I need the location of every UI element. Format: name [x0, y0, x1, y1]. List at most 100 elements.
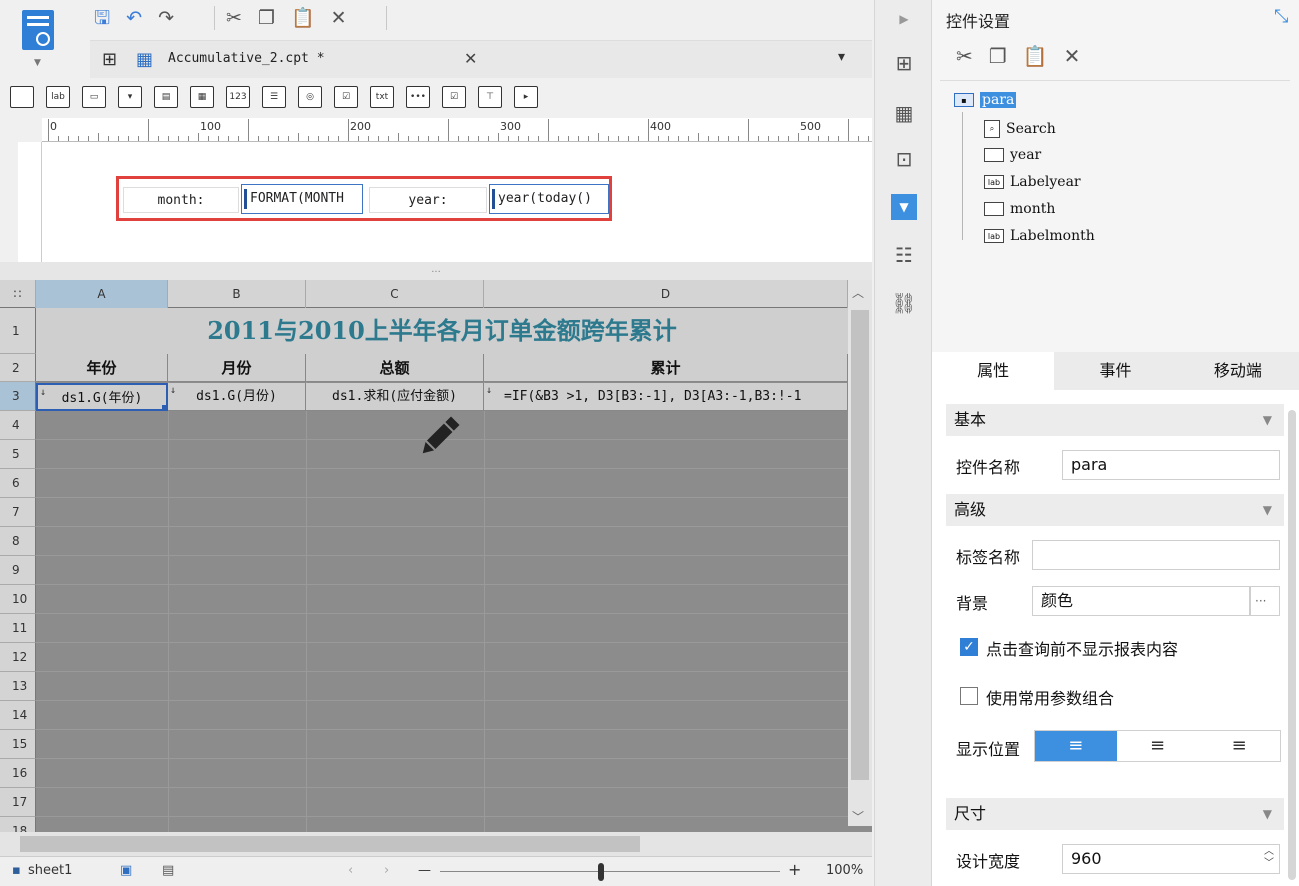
copy-icon[interactable]: ❐: [989, 44, 1007, 68]
tag-name-field[interactable]: [1032, 540, 1280, 570]
horizontal-scroll-thumb[interactable]: [20, 836, 640, 852]
app-logo[interactable]: ▼: [18, 6, 58, 70]
redo-icon[interactable]: ↷: [158, 4, 174, 32]
sheet-tab[interactable]: sheet1: [28, 863, 72, 878]
tree-node-para[interactable]: ▪ para: [954, 92, 1017, 108]
month-input[interactable]: FORMAT(MONTH: [241, 184, 363, 214]
background-field[interactable]: 颜色: [1032, 586, 1250, 616]
date-widget-icon[interactable]: ▤: [154, 86, 178, 108]
row-header[interactable]: 15: [0, 730, 36, 759]
row-header[interactable]: 17: [0, 788, 36, 817]
cut-icon[interactable]: ✂: [226, 4, 242, 32]
column-header-d[interactable]: D: [484, 280, 848, 308]
tab-mobile[interactable]: 移动端: [1177, 352, 1299, 390]
frame-widget-icon[interactable]: [10, 86, 34, 108]
chevron-down-icon[interactable]: ▼: [1263, 798, 1272, 830]
delete-icon[interactable]: ✕: [331, 4, 347, 32]
data-cell-b3[interactable]: ↓ ds1.G(月份): [168, 383, 306, 411]
add-report-sheet-icon[interactable]: ▣: [120, 863, 132, 878]
tree-node-search[interactable]: ⌕ Search: [984, 120, 1056, 138]
new-report-icon[interactable]: ⊞: [102, 49, 117, 70]
paste-icon[interactable]: 📋: [291, 4, 315, 32]
chevron-down-icon[interactable]: ▼: [34, 58, 41, 68]
save-icon[interactable]: 🖫: [94, 4, 110, 32]
pin-icon[interactable]: ⤡: [1274, 6, 1288, 27]
section-basic[interactable]: 基本 ▼: [946, 404, 1284, 436]
data-cell-d3[interactable]: ↓ =IF(&B3 >1, D3[B3:-1], D3[A3:-1,B3:!-1: [484, 383, 848, 411]
report-title-cell[interactable]: 2011与2010上半年各月订单金额跨年累计: [36, 308, 848, 354]
add-form-sheet-icon[interactable]: ▤: [162, 863, 174, 878]
column-header-b[interactable]: B: [168, 280, 306, 308]
row-header[interactable]: 7: [0, 498, 36, 527]
txt-widget-icon[interactable]: txt: [370, 86, 394, 108]
parameter-pane-selection[interactable]: month: FORMAT(MONTH year: year(today(): [116, 176, 612, 221]
zoom-out-button[interactable]: —: [418, 863, 431, 878]
password-widget-icon[interactable]: •••: [406, 86, 430, 108]
zoom-slider-thumb[interactable]: [598, 863, 604, 881]
condition-attr-icon[interactable]: ☷: [891, 242, 917, 268]
header-cell-total[interactable]: 总额: [306, 354, 484, 382]
tree-node-labelmonth[interactable]: lab Labelmonth: [984, 228, 1095, 244]
hide-before-query-checkbox[interactable]: ✓: [960, 638, 978, 656]
header-cell-accumulate[interactable]: 累计: [484, 354, 848, 382]
column-header-c[interactable]: C: [306, 280, 484, 308]
row-header[interactable]: 4: [0, 411, 36, 440]
row-header[interactable]: 14: [0, 701, 36, 730]
tab-menu-icon[interactable]: ▾: [838, 49, 845, 65]
scroll-up-icon[interactable]: ︿: [852, 284, 864, 301]
more-widgets-icon[interactable]: ▸: [514, 86, 538, 108]
header-cell-year[interactable]: 年份: [36, 354, 168, 382]
panel-scrollbar[interactable]: [1288, 410, 1296, 880]
background-more-button[interactable]: ···: [1250, 586, 1280, 616]
sheet-corner[interactable]: ∷: [0, 280, 36, 308]
widget-settings-icon[interactable]: ▼: [891, 194, 917, 220]
tab-attributes[interactable]: 属性: [932, 352, 1055, 390]
header-cell-month[interactable]: 月份: [168, 354, 306, 382]
prev-sheet-icon[interactable]: ‹: [348, 863, 353, 878]
text-widget-icon[interactable]: ▭: [82, 86, 106, 108]
row-header[interactable]: 5: [0, 440, 36, 469]
data-cell-a3[interactable]: ↓ ds1.G(年份): [36, 383, 168, 411]
pane-splitter[interactable]: ...: [0, 262, 872, 280]
expand-panel-icon[interactable]: ▶: [891, 6, 917, 32]
vertical-scroll-thumb[interactable]: [851, 310, 869, 780]
paste-icon[interactable]: 📋: [1023, 44, 1048, 68]
number-widget-icon[interactable]: 123: [226, 86, 250, 108]
zoom-in-button[interactable]: +: [788, 860, 801, 879]
spreadsheet[interactable]: ∷ A B C D 1 2 3 4 5 6 7 8 9 10 11 12 13 14 15 16 17 18 20…: [0, 280, 872, 856]
zoom-slider-track[interactable]: [440, 871, 780, 872]
row-header[interactable]: 8: [0, 527, 36, 556]
align-left-icon[interactable]: ≡: [1035, 731, 1117, 761]
section-size[interactable]: 尺寸 ▼: [946, 798, 1284, 830]
hyperlink-icon[interactable]: ⛓: [891, 290, 917, 316]
undo-icon[interactable]: ↶: [126, 4, 142, 32]
combo-widget-icon[interactable]: ▾: [118, 86, 142, 108]
check-widget-icon[interactable]: ☑: [442, 86, 466, 108]
row-header[interactable]: 16: [0, 759, 36, 788]
row-header[interactable]: 1: [0, 308, 36, 354]
tab-events[interactable]: 事件: [1054, 352, 1176, 390]
label-widget-icon[interactable]: lab: [46, 86, 70, 108]
delete-icon[interactable]: ✕: [1064, 44, 1081, 68]
row-header[interactable]: 10: [0, 585, 36, 614]
design-width-field[interactable]: 960: [1062, 844, 1280, 874]
column-header-a[interactable]: A: [36, 280, 168, 308]
horizontal-scrollbar[interactable]: [0, 832, 872, 856]
data-cell-c3[interactable]: ds1.求和(应付金额): [306, 383, 484, 411]
float-element-icon[interactable]: ⊡: [891, 146, 917, 172]
widget-name-field[interactable]: para: [1062, 450, 1280, 480]
textarea-widget-icon[interactable]: ☰: [262, 86, 286, 108]
section-advanced[interactable]: 高级 ▼: [946, 494, 1284, 526]
row-header[interactable]: 9: [0, 556, 36, 585]
next-sheet-icon[interactable]: ›: [384, 863, 389, 878]
row-header[interactable]: 6: [0, 469, 36, 498]
row-header[interactable]: 13: [0, 672, 36, 701]
align-center-icon[interactable]: ≡: [1117, 731, 1199, 761]
cell-attr-icon[interactable]: ⊞: [891, 50, 917, 76]
cut-icon[interactable]: ✂: [956, 44, 973, 68]
vertical-scrollbar[interactable]: ︿ ﹀: [848, 280, 872, 826]
row-header[interactable]: 11: [0, 614, 36, 643]
year-input[interactable]: year(today(): [489, 184, 609, 214]
chevron-down-icon[interactable]: ▼: [1263, 494, 1272, 526]
scroll-down-icon[interactable]: ﹀: [852, 808, 864, 825]
